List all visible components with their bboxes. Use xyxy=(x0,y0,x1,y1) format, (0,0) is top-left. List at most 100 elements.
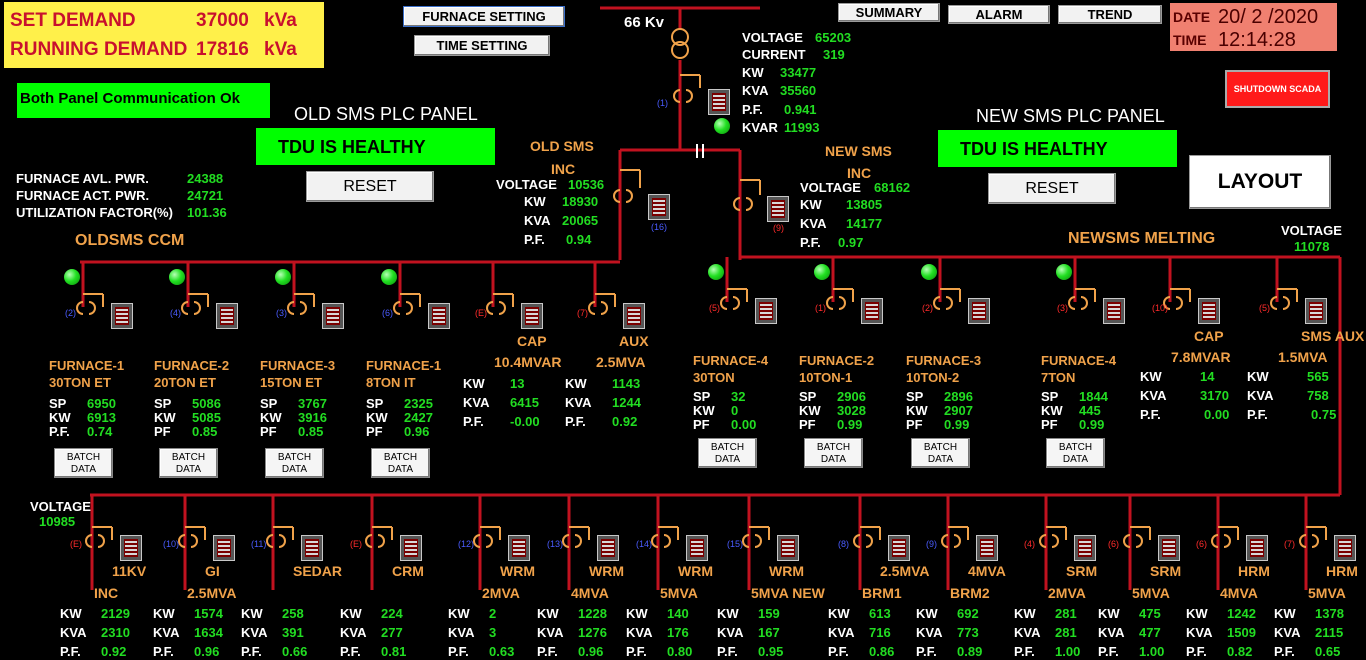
row-value: 2896 xyxy=(944,389,973,404)
row-value: 2427 xyxy=(404,410,433,425)
new-inc-voltage-value: 68162 xyxy=(874,180,911,195)
row-value: 0.66 xyxy=(282,644,308,659)
old-inc-title-2: INC xyxy=(551,161,576,177)
new-inc-title-1: NEW SMS xyxy=(825,143,892,159)
row-value: 140 xyxy=(667,606,689,621)
bottom-bus-voltage-label: VOLTAGE xyxy=(30,499,91,514)
row-label: P.F. xyxy=(448,644,469,659)
row-value: 0.99 xyxy=(1079,417,1105,432)
feeder-name: 4MVA xyxy=(968,563,1006,579)
breaker-symbol xyxy=(190,534,198,548)
batch-data-button[interactable]: BATCH DATA xyxy=(371,448,430,478)
row-value: 1378 xyxy=(1315,606,1344,621)
batch-data-button[interactable]: BATCH DATA xyxy=(54,448,113,478)
time-setting-button[interactable]: TIME SETTING xyxy=(414,35,550,56)
old-tdu-status: TDU IS HEALTHY xyxy=(256,128,495,165)
running-demand-value: 17816 xyxy=(196,39,249,60)
row-label: KW xyxy=(1247,369,1269,384)
breaker-symbol xyxy=(754,534,762,548)
old-reset-button[interactable]: RESET xyxy=(306,171,434,202)
row-label: PF xyxy=(1041,417,1058,432)
feeder-rating: 10.4MVAR xyxy=(494,354,562,370)
layout-button[interactable]: LAYOUT xyxy=(1189,155,1331,209)
furnace-avl-label: FURNACE AVL. PWR. xyxy=(16,171,149,186)
row-label: P.F. xyxy=(626,644,647,659)
row-value: 0.96 xyxy=(404,424,430,439)
breaker-number: (4) xyxy=(170,308,181,318)
breaker-symbol xyxy=(663,534,671,548)
main-incomer-status-led xyxy=(714,118,730,134)
breaker-symbol xyxy=(953,534,961,548)
main-pf-value: 0.941 xyxy=(784,102,817,117)
feeder-name: WRM xyxy=(500,563,535,579)
furnace-name: FURNACE-1 xyxy=(366,358,442,373)
furnace-rating: 10TON-1 xyxy=(799,370,853,385)
breaker-number: (8) xyxy=(838,539,849,549)
furnace-name: FURNACE-2 xyxy=(154,358,230,373)
feeder-rating: 2MVA xyxy=(1048,585,1086,601)
batch-data-button[interactable]: BATCH DATA xyxy=(911,438,970,468)
batch-data-button[interactable]: BATCH DATA xyxy=(698,438,757,468)
furnace-avl-value: 24388 xyxy=(187,171,224,186)
row-value: 0.74 xyxy=(87,424,113,439)
batch-data-button[interactable]: BATCH DATA xyxy=(1046,438,1105,468)
status-led xyxy=(814,264,830,280)
meter-icon xyxy=(216,303,238,329)
row-value: 0.65 xyxy=(1315,644,1341,659)
new-inc-voltage-label: VOLTAGE xyxy=(800,180,861,195)
row-value: 692 xyxy=(957,606,979,621)
feeder-name: WRM xyxy=(678,563,713,579)
breaker-symbol xyxy=(838,296,846,310)
status-led xyxy=(381,269,397,285)
meter-icon xyxy=(322,303,344,329)
row-label: P.F. xyxy=(916,644,937,659)
row-value: 277 xyxy=(381,625,403,640)
old-inc-title-1: OLD SMS xyxy=(530,138,594,154)
row-value: 1276 xyxy=(578,625,607,640)
batch-data-button[interactable]: BATCH DATA xyxy=(159,448,218,478)
trend-button[interactable]: TREND xyxy=(1058,5,1162,24)
meter-icon xyxy=(755,298,777,324)
row-label: P.F. xyxy=(1098,644,1119,659)
breaker-number: (10) xyxy=(1152,303,1169,313)
meter-icon xyxy=(1198,298,1220,324)
alarm-button[interactable]: ALARM xyxy=(948,5,1050,24)
furnace-name: FURNACE-4 xyxy=(693,353,769,368)
row-label: KVA xyxy=(241,625,268,640)
row-label: SP xyxy=(154,396,172,411)
furnace-rating: 20TON ET xyxy=(154,375,216,390)
row-label: KW xyxy=(463,376,485,391)
main-kvar-label: KVAR xyxy=(742,120,778,135)
row-value: 0.81 xyxy=(381,644,407,659)
summary-button[interactable]: SUMMARY xyxy=(838,3,940,22)
row-value: 2310 xyxy=(101,625,130,640)
furnace-setting-button[interactable]: FURNACE SETTING xyxy=(403,6,565,27)
row-label: KVA xyxy=(1014,625,1041,640)
status-led xyxy=(1056,264,1072,280)
batch-data-button[interactable]: BATCH DATA xyxy=(804,438,863,468)
feeder-rating: 5MVA xyxy=(1308,585,1346,601)
old-inc-voltage-value: 10536 xyxy=(568,177,605,192)
breaker-number: (6) xyxy=(1196,539,1207,549)
row-label: PF xyxy=(799,417,816,432)
old-sms-panel-title: OLD SMS PLC PANEL xyxy=(294,104,478,124)
row-value: 258 xyxy=(282,606,304,621)
row-value: 3 xyxy=(489,625,497,640)
new-reset-button[interactable]: RESET xyxy=(988,173,1116,204)
status-led xyxy=(275,269,291,285)
meter-icon xyxy=(400,535,422,561)
shutdown-scada-button[interactable]: SHUTDOWN SCADA xyxy=(1225,70,1330,108)
row-label: SP xyxy=(693,389,711,404)
row-label: KVA xyxy=(1247,388,1274,403)
meter-icon xyxy=(428,303,450,329)
meter-icon xyxy=(301,535,323,561)
running-demand-label: RUNNING DEMAND xyxy=(10,39,188,60)
row-value: 1228 xyxy=(578,606,607,621)
batch-data-button[interactable]: BATCH DATA xyxy=(265,448,324,478)
breaker-number: (15) xyxy=(727,539,744,549)
row-value: 0.92 xyxy=(612,414,638,429)
row-label: SP xyxy=(260,396,278,411)
row-label: KW xyxy=(154,410,176,425)
row-label: KW xyxy=(906,403,928,418)
batch-label: BATCH xyxy=(710,442,745,453)
